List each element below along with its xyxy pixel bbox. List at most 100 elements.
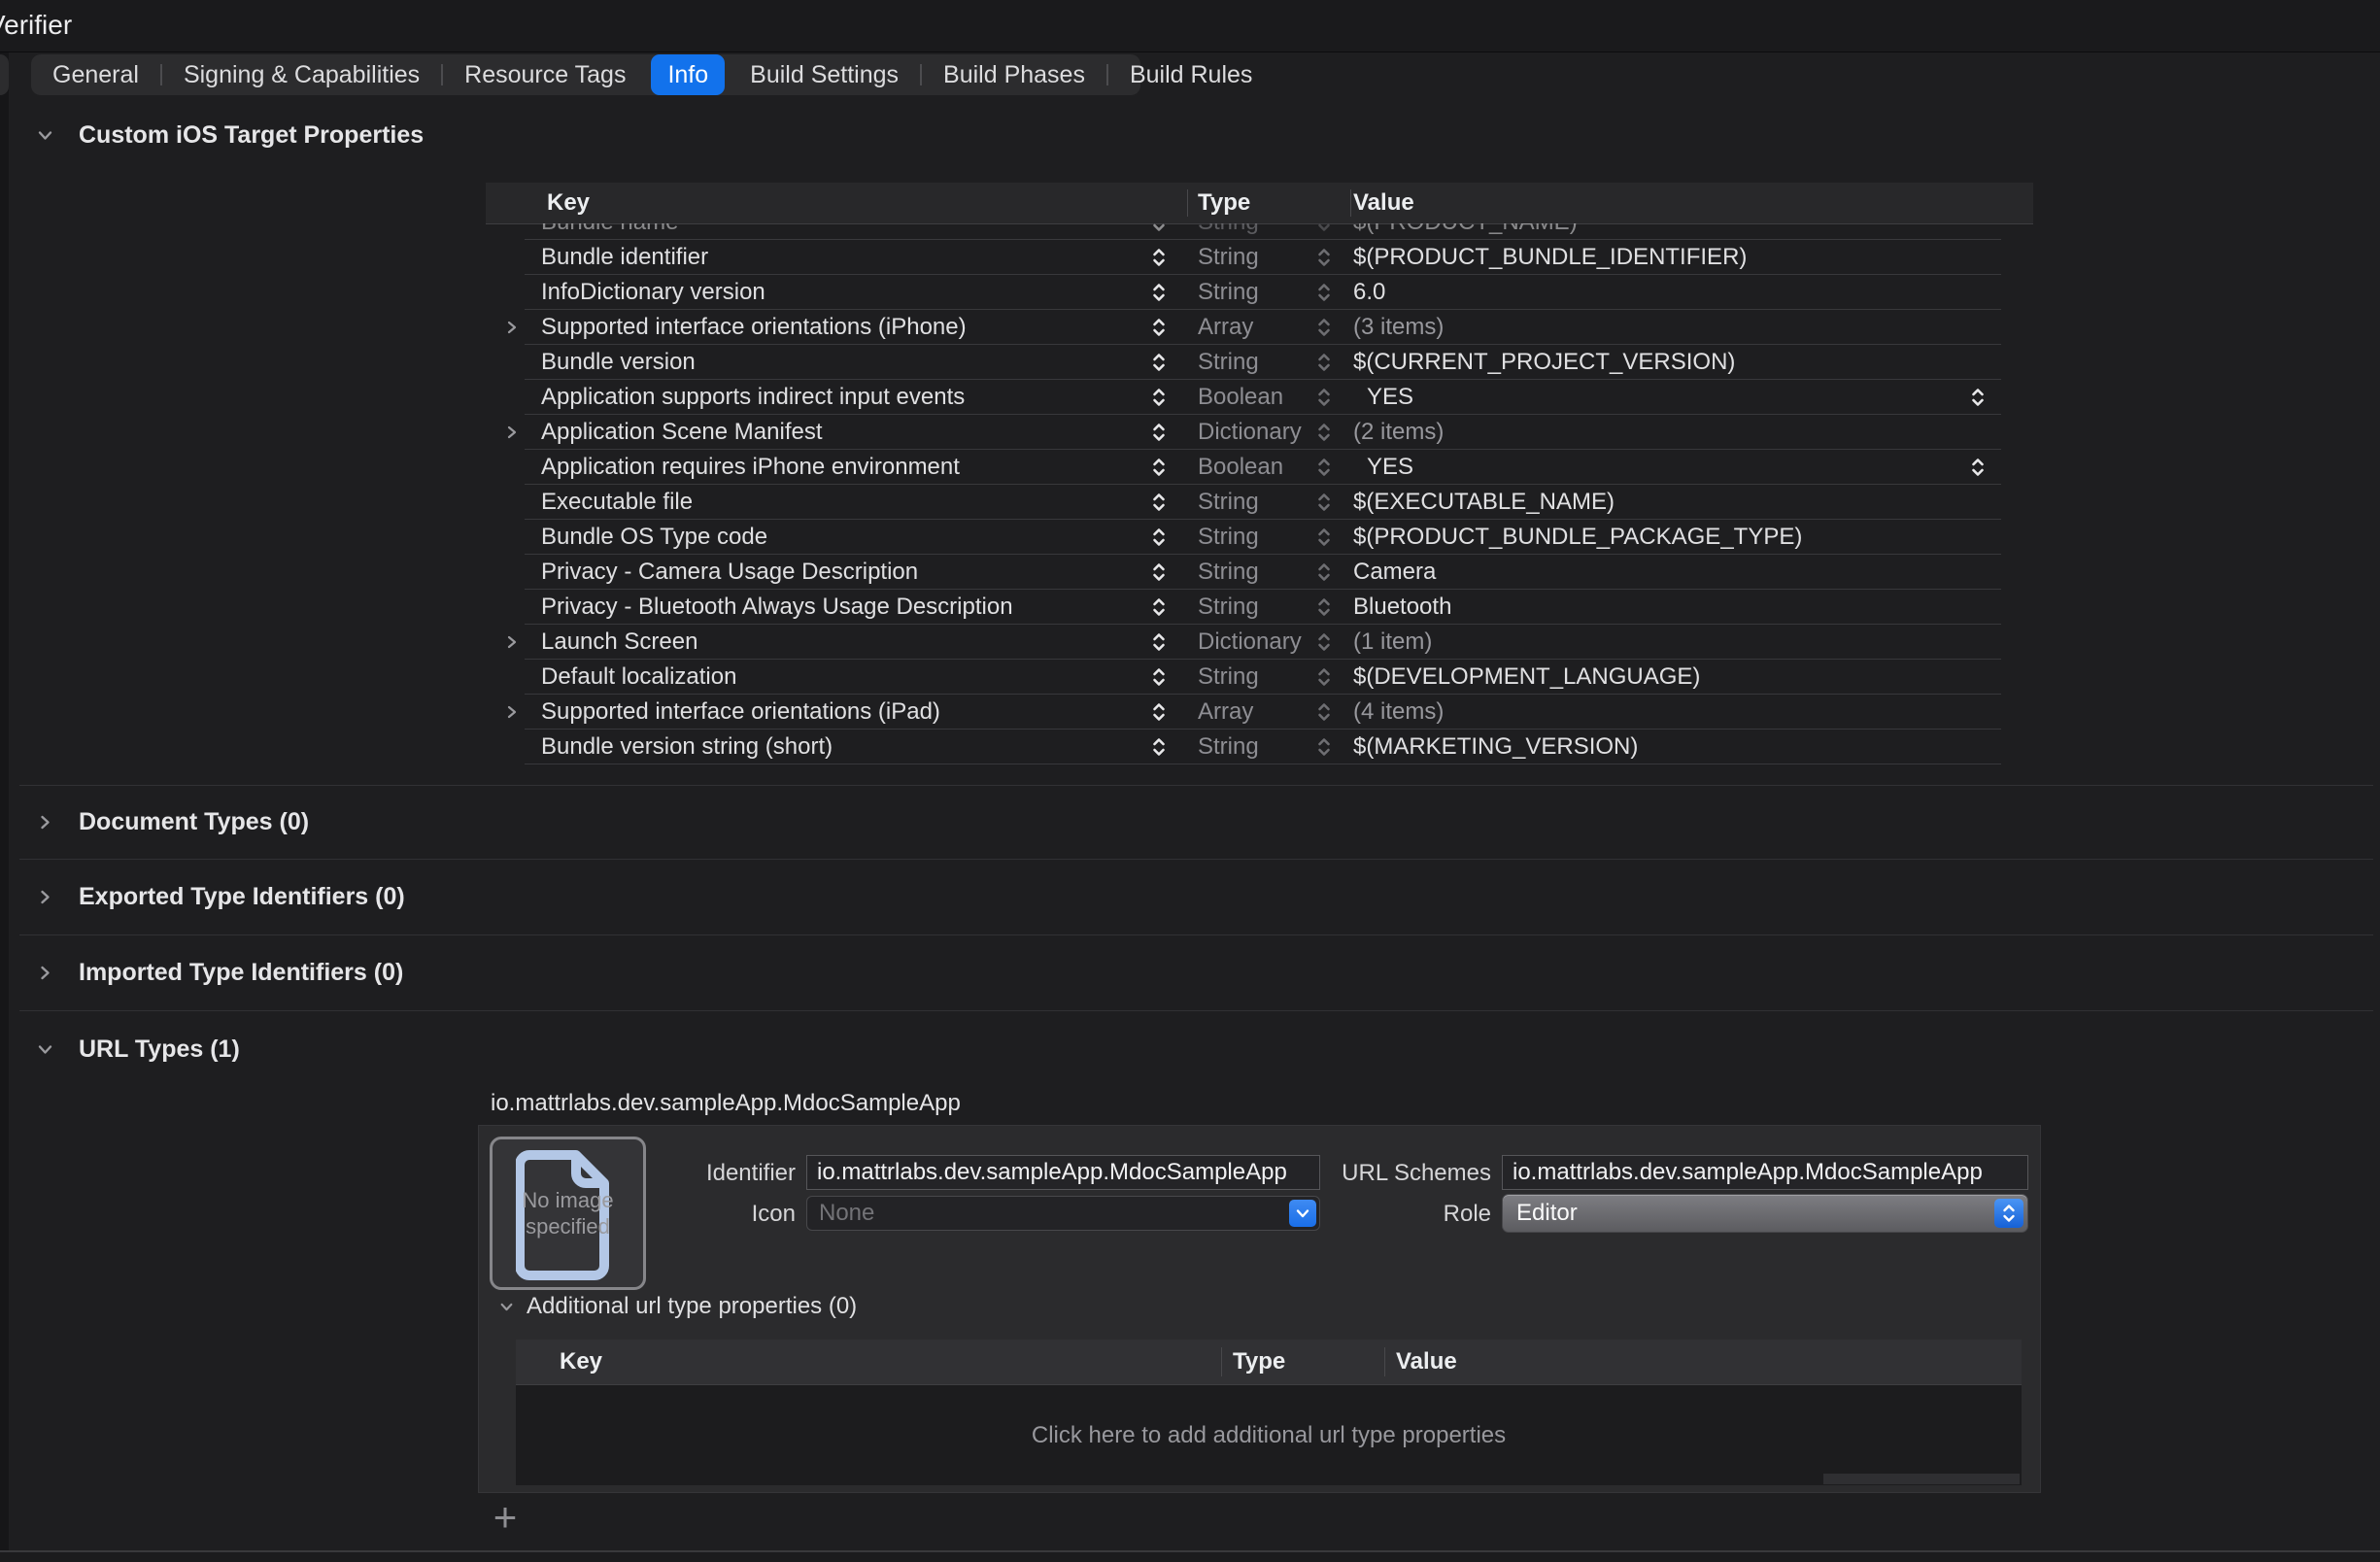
property-key[interactable]: Supported interface orientations (iPhone…: [541, 314, 967, 341]
property-type[interactable]: Array: [1198, 314, 1253, 341]
type-stepper-icon[interactable]: [1317, 315, 1331, 340]
type-stepper-icon[interactable]: [1317, 280, 1331, 305]
table-row[interactable]: Privacy - Bluetooth Always Usage Descrip…: [495, 590, 2001, 625]
key-stepper-icon[interactable]: [1152, 525, 1166, 550]
property-key[interactable]: Default localization: [541, 663, 736, 691]
type-stepper-icon[interactable]: [1317, 385, 1331, 410]
table-row[interactable]: Bundle versionString$(CURRENT_PROJECT_VE…: [495, 345, 2001, 380]
role-popup-button[interactable]: Editor: [1502, 1194, 2028, 1233]
column-divider[interactable]: [1384, 1347, 1385, 1376]
table-row[interactable]: Default localization String $(DEVELOPMENT_…: [495, 660, 2001, 695]
column-header-value[interactable]: Value: [1353, 189, 1414, 217]
chevron-right-icon[interactable]: [37, 889, 53, 905]
horizontal-scrollbar-thumb[interactable]: [1823, 1474, 2020, 1484]
table-row[interactable]: Privacy - Camera Usage DescriptionString…: [495, 555, 2001, 590]
type-stepper-icon[interactable]: [1317, 699, 1331, 725]
key-stepper-icon[interactable]: [1152, 594, 1166, 620]
table-row[interactable]: Application requires iPhone environmentB…: [495, 450, 2001, 485]
property-value[interactable]: (4 items): [1353, 698, 1444, 726]
property-type[interactable]: Dictionary: [1198, 628, 1302, 656]
tab-general[interactable]: General: [31, 54, 160, 95]
disclosure-chevron-icon[interactable]: [505, 320, 519, 336]
tab-info[interactable]: Info: [651, 54, 725, 95]
identifier-field[interactable]: io.mattrlabs.dev.sampleApp.MdocSampleApp: [806, 1155, 1320, 1190]
property-value[interactable]: (1 item): [1353, 628, 1432, 656]
property-key[interactable]: Executable file: [541, 489, 693, 516]
column-header-value[interactable]: Value: [1396, 1348, 1457, 1375]
disclosure-chevron-icon[interactable]: [505, 634, 519, 651]
table-row[interactable]: Application supports indirect input even…: [495, 380, 2001, 415]
key-stepper-icon[interactable]: [1152, 664, 1166, 690]
property-type[interactable]: String: [1198, 663, 1259, 691]
property-value[interactable]: YES: [1367, 384, 1413, 411]
property-type[interactable]: String: [1198, 349, 1259, 376]
property-key[interactable]: Bundle version string (short): [541, 733, 833, 761]
property-type[interactable]: String: [1198, 733, 1259, 761]
table-row[interactable]: Bundle nameString$(PRODUCT_NAME): [495, 223, 2001, 240]
column-divider[interactable]: [1221, 1347, 1222, 1376]
chevron-down-icon[interactable]: [37, 127, 53, 144]
section-document-types[interactable]: Document Types (0): [37, 807, 309, 836]
chevron-down-icon[interactable]: [499, 1300, 514, 1314]
property-value[interactable]: Bluetooth: [1353, 594, 1451, 621]
additional-properties-empty-area[interactable]: Click here to add additional url type pr…: [516, 1385, 2022, 1485]
table-row[interactable]: Supported interface orientations (iPad)A…: [495, 695, 2001, 730]
column-header-type[interactable]: Type: [1198, 189, 1250, 217]
property-type[interactable]: String: [1198, 559, 1259, 586]
property-value[interactable]: $(CURRENT_PROJECT_VERSION): [1353, 349, 1735, 376]
property-value[interactable]: $(DEVELOPMENT_LANGUAGE): [1353, 663, 1700, 691]
tab-build-phases[interactable]: Build Phases: [922, 54, 1106, 95]
key-stepper-icon[interactable]: [1152, 560, 1166, 585]
type-stepper-icon[interactable]: [1317, 490, 1331, 515]
type-stepper-icon[interactable]: [1317, 350, 1331, 375]
key-stepper-icon[interactable]: [1152, 350, 1166, 375]
table-row[interactable]: Launch Screen Dictionary (1 item): [495, 625, 2001, 660]
property-key[interactable]: Application supports indirect input even…: [541, 384, 965, 411]
type-stepper-icon[interactable]: [1317, 525, 1331, 550]
property-value[interactable]: $(EXECUTABLE_NAME): [1353, 489, 1615, 516]
key-stepper-icon[interactable]: [1152, 223, 1166, 235]
icon-combo-box[interactable]: None: [806, 1196, 1320, 1231]
type-stepper-icon[interactable]: [1317, 455, 1331, 480]
property-type[interactable]: String: [1198, 489, 1259, 516]
key-stepper-icon[interactable]: [1152, 420, 1166, 445]
property-value[interactable]: $(PRODUCT_BUNDLE_PACKAGE_TYPE): [1353, 524, 1802, 551]
popup-stepper-button[interactable]: [1994, 1199, 2023, 1228]
additional-url-type-properties-header[interactable]: Additional url type properties (0): [499, 1293, 857, 1320]
property-key[interactable]: Bundle OS Type code: [541, 524, 767, 551]
key-stepper-icon[interactable]: [1152, 245, 1166, 270]
property-key[interactable]: InfoDictionary version: [541, 279, 765, 306]
property-key[interactable]: Bundle name: [541, 223, 678, 236]
property-value[interactable]: Camera: [1353, 559, 1436, 586]
disclosure-chevron-icon[interactable]: [505, 704, 519, 721]
key-stepper-icon[interactable]: [1152, 490, 1166, 515]
table-row[interactable]: Bundle identifierString$(PRODUCT_BUNDLE_…: [495, 240, 2001, 275]
type-stepper-icon[interactable]: [1317, 560, 1331, 585]
key-stepper-icon[interactable]: [1152, 385, 1166, 410]
property-value[interactable]: $(MARKETING_VERSION): [1353, 733, 1638, 761]
type-stepper-icon[interactable]: [1317, 664, 1331, 690]
property-key[interactable]: Launch Screen: [541, 628, 697, 656]
section-custom-ios-target-properties[interactable]: Custom iOS Target Properties: [37, 120, 424, 150]
column-divider[interactable]: [1350, 189, 1351, 217]
property-value[interactable]: $(PRODUCT_NAME): [1353, 223, 1578, 236]
column-divider[interactable]: [1187, 189, 1188, 217]
url-type-image-well[interactable]: No image specified: [490, 1137, 646, 1290]
url-schemes-field[interactable]: io.mattrlabs.dev.sampleApp.MdocSampleApp: [1502, 1155, 2028, 1190]
type-stepper-icon[interactable]: [1317, 245, 1331, 270]
key-stepper-icon[interactable]: [1152, 315, 1166, 340]
table-row[interactable]: Executable file String $(EXECUTABLE_NAME): [495, 485, 2001, 520]
property-type[interactable]: String: [1198, 244, 1259, 271]
table-row[interactable]: Bundle OS Type codeString$(PRODUCT_BUNDL…: [495, 520, 2001, 555]
value-stepper-icon[interactable]: [1971, 385, 1985, 410]
key-stepper-icon[interactable]: [1152, 280, 1166, 305]
table-row[interactable]: Supported interface orientations (iPhone…: [495, 310, 2001, 345]
section-exported-type-identifiers[interactable]: Exported Type Identifiers (0): [37, 882, 405, 911]
disclosure-chevron-icon[interactable]: [505, 424, 519, 441]
table-row[interactable]: InfoDictionary versionString6.0: [495, 275, 2001, 310]
section-imported-type-identifiers[interactable]: Imported Type Identifiers (0): [37, 958, 403, 987]
tab-build-rules[interactable]: Build Rules: [1108, 54, 1274, 95]
property-key[interactable]: Supported interface orientations (iPad): [541, 698, 940, 726]
property-type[interactable]: Boolean: [1198, 384, 1283, 411]
tab-signing-capabilities[interactable]: Signing & Capabilities: [162, 54, 441, 95]
